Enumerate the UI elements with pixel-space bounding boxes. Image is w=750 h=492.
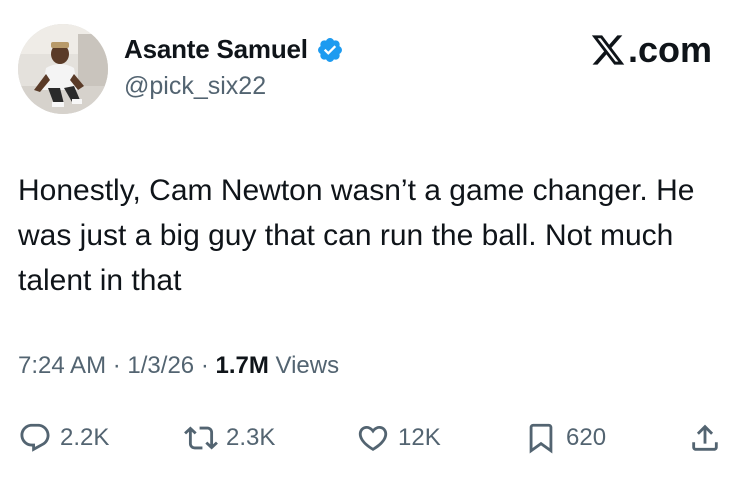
bookmark-button[interactable]: 620: [524, 420, 606, 456]
author-handle[interactable]: @pick_six22: [124, 72, 266, 101]
reply-icon: [20, 423, 50, 452]
like-button[interactable]: 12K: [356, 420, 441, 456]
avatar[interactable]: [18, 24, 108, 114]
views-label: Views: [275, 352, 340, 379]
display-name[interactable]: Asante Samuel: [124, 34, 308, 65]
reply-button[interactable]: 2.2K: [18, 420, 109, 456]
tweet-text: Honestly, Cam Newton wasn’t a game chang…: [18, 174, 695, 297]
x-com-brand: .com: [590, 30, 712, 70]
heart-icon: [358, 425, 388, 451]
repost-button[interactable]: 2.3K: [184, 420, 275, 456]
action-bar: 2.2K 2.3K 12K 620: [18, 420, 730, 456]
reply-count: 2.2K: [60, 424, 110, 451]
share-button[interactable]: [688, 420, 722, 456]
brand-domain-text: .com: [627, 29, 712, 70]
tweet-card: Asante Samuel @pick_six22 .com Honestly,…: [0, 0, 750, 492]
tweet-meta: 7:24 AM · 1/3/26 · 1.7M Views: [18, 352, 339, 380]
bookmark-count: 620: [566, 424, 607, 451]
tweet-time[interactable]: 7:24 AM: [18, 352, 106, 379]
meta-separator: ·: [200, 352, 209, 379]
repost-icon: [184, 426, 218, 450]
verified-badge-icon: [317, 37, 342, 62]
views-count: 1.7M: [215, 352, 269, 379]
repost-count: 2.3K: [226, 424, 276, 451]
share-icon: [692, 424, 718, 451]
tweet-date[interactable]: 1/3/26: [127, 352, 194, 379]
x-logo-icon: [591, 35, 625, 65]
avatar-photo: [18, 24, 108, 114]
meta-separator: ·: [112, 352, 121, 379]
author-name-row: Asante Samuel: [124, 34, 344, 65]
like-count: 12K: [398, 424, 441, 451]
bookmark-icon: [529, 423, 553, 454]
